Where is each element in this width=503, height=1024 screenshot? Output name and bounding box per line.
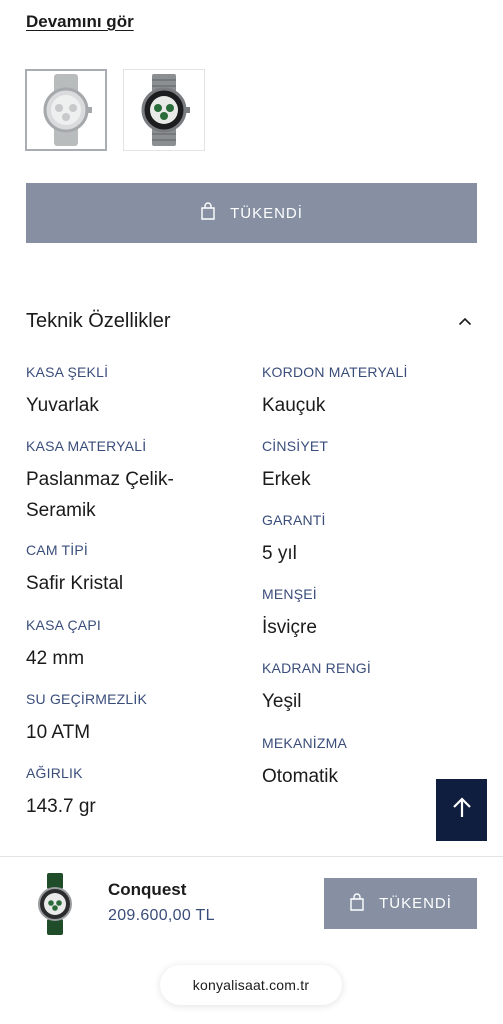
spec-label: KASA ŞEKLİ [26, 364, 109, 380]
spec-label: KASA MATERYALİ [26, 438, 147, 454]
sticky-bar-divider [0, 856, 503, 857]
shopping-bag-icon [200, 202, 216, 224]
spec-label: AĞIRLIK [26, 765, 83, 781]
chevron-up-icon[interactable] [453, 309, 477, 333]
spec-dial-color: KADRAN RENGİ Yeşil [262, 660, 371, 717]
arrow-up-icon [452, 796, 472, 824]
spec-water-resistance: SU GEÇİRMEZLİK 10 ATM [26, 691, 147, 748]
spec-value: Kauçuk [262, 395, 326, 416]
spec-label: KORDON MATERYALİ [262, 364, 408, 380]
spec-weight: AĞIRLIK 143.7 gr [26, 765, 96, 822]
spec-value: Yeşil [262, 691, 302, 712]
spec-value: Safir Kristal [26, 573, 124, 594]
watch-steel-image [141, 74, 190, 146]
sold-out-button[interactable]: TÜKENDİ [26, 183, 477, 243]
thumbnail-1[interactable] [25, 69, 107, 151]
spec-case-shape: KASA ŞEKLİ Yuvarlak [26, 364, 108, 421]
spec-origin: MENŞEİ İsviçre [262, 586, 317, 643]
spec-label: CAM TİPİ [26, 542, 89, 558]
spec-gender: CİNSİYET Erkek [262, 438, 328, 495]
spec-value: 10 ATM [26, 722, 91, 743]
product-name: Conquest [108, 880, 187, 899]
url-text: konyalisaat.com.tr [192, 977, 310, 993]
sold-out-label: TÜKENDİ [230, 204, 303, 222]
spec-value: Yuvarlak [26, 395, 99, 416]
spec-case-material: KASA MATERYALİ Paslanmaz Çelik-Seramik [26, 438, 216, 526]
spec-warranty: GARANTİ 5 yıl [262, 512, 326, 569]
spec-value: Paslanmaz Çelik-Seramik [26, 469, 174, 521]
thumbnail-2[interactable] [123, 69, 205, 151]
spec-glass-type: CAM TİPİ Safir Kristal [26, 542, 123, 599]
sticky-sold-out-button[interactable]: TÜKENDİ [324, 878, 477, 929]
spec-label: MENŞEİ [262, 586, 317, 602]
spec-label: SU GEÇİRMEZLİK [26, 691, 148, 707]
spec-case-diameter: KASA ÇAPI 42 mm [26, 617, 101, 674]
spec-value: Erkek [262, 469, 311, 490]
product-thumbnail [32, 871, 78, 937]
spec-value: İsviçre [262, 617, 317, 638]
spec-strap-material: KORDON MATERYALİ Kauçuk [262, 364, 408, 421]
see-more-link[interactable]: Devamını gör [26, 12, 134, 32]
specs-title: Teknik Özellikler [26, 309, 171, 332]
spec-movement: MEKANİZMA Otomatik [262, 735, 347, 792]
sticky-sold-out-label: TÜKENDİ [379, 895, 452, 912]
spec-label: CİNSİYET [262, 438, 329, 454]
spec-label: KASA ÇAPI [26, 617, 101, 633]
specs-accordion-header[interactable]: Teknik Özellikler [26, 308, 477, 334]
spec-value: 5 yıl [262, 543, 297, 564]
spec-value: 143.7 gr [26, 796, 96, 817]
spec-value: 42 mm [26, 648, 85, 669]
watch-green-image [38, 873, 72, 935]
scroll-to-top-button[interactable] [436, 779, 487, 841]
shopping-bag-icon [349, 892, 365, 915]
spec-label: KADRAN RENGİ [262, 660, 371, 676]
spec-label: MEKANİZMA [262, 735, 348, 751]
product-price: 209.600,00 TL [108, 907, 215, 924]
spec-label: GARANTİ [262, 512, 326, 528]
watch-grey-image [43, 74, 92, 146]
browser-url-pill[interactable]: konyalisaat.com.tr [160, 965, 342, 1005]
spec-value: Otomatik [262, 766, 339, 787]
